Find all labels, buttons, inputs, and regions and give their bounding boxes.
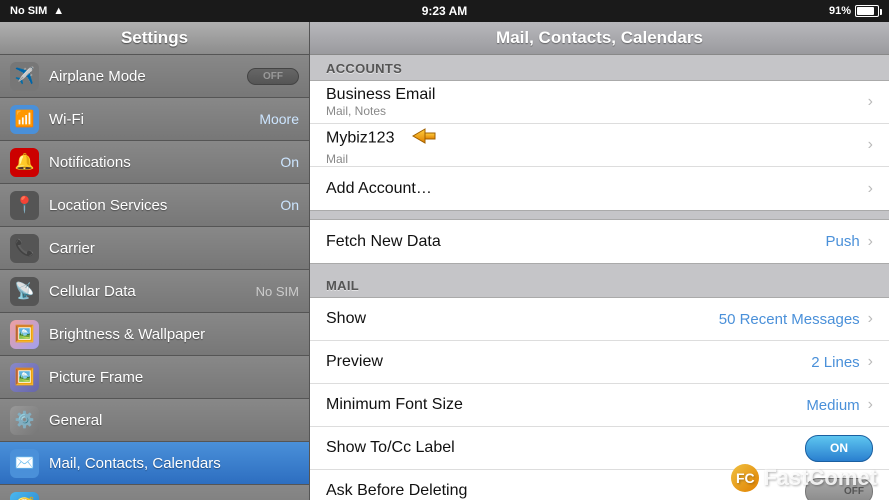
battery-icon	[855, 5, 879, 17]
cellular-data-icon: 📡	[10, 277, 39, 306]
ask-before-deleting-toggle[interactable]: OFF	[805, 478, 873, 500]
status-left: No SIM ▲	[10, 5, 64, 17]
sidebar-item-general[interactable]: ⚙️ General	[0, 399, 309, 442]
airplane-mode-icon: ✈️	[10, 62, 39, 91]
preview-label: Preview	[326, 353, 811, 371]
sidebar-list: ✈️ Airplane Mode OFF 📶 Wi-Fi Moore 🔔 Not…	[0, 55, 309, 500]
preview-value: 2 Lines	[811, 354, 859, 371]
cursor-icon	[405, 125, 437, 152]
brightness-icon: 🖼️	[10, 320, 39, 349]
show-chevron: ›	[868, 310, 873, 328]
mail-icon: ✉️	[10, 449, 39, 478]
cellular-data-value: No SIM	[256, 284, 299, 299]
sidebar-item-carrier[interactable]: 📞 Carrier	[0, 227, 309, 270]
accounts-group: Business Email Mail, Notes › Mybiz123	[310, 80, 889, 211]
fetch-new-data-row[interactable]: Fetch New Data Push ›	[310, 220, 889, 263]
airplane-mode-label: Airplane Mode	[49, 68, 247, 85]
show-tocc-toggle[interactable]: ON	[805, 435, 873, 462]
brightness-label: Brightness & Wallpaper	[49, 326, 299, 343]
location-services-icon: 📍	[10, 191, 39, 220]
wifi-value: Moore	[259, 111, 299, 127]
sidebar-item-wifi[interactable]: 📶 Wi-Fi Moore	[0, 98, 309, 141]
add-account-row[interactable]: Add Account… ›	[310, 167, 889, 210]
cursor-arrow-icon	[405, 125, 437, 147]
carrier-icon: 📞	[10, 234, 39, 263]
sidebar-item-safari[interactable]: 🧭 Safari	[0, 485, 309, 500]
mail-group: Show 50 Recent Messages › Preview 2 Line…	[310, 297, 889, 500]
business-email-chevron: ›	[868, 93, 873, 111]
mybiz123-chevron: ›	[868, 136, 873, 154]
mybiz123-sublabel: Mail	[326, 152, 864, 166]
show-row[interactable]: Show 50 Recent Messages ›	[310, 298, 889, 341]
fetch-new-data-label: Fetch New Data	[326, 233, 825, 251]
business-email-label: Business Email	[326, 86, 864, 104]
fetch-group: Fetch New Data Push ›	[310, 219, 889, 264]
wifi-sidebar-icon: 📶	[10, 105, 39, 134]
sidebar-header: Settings	[0, 22, 309, 55]
general-label: General	[49, 412, 299, 429]
business-email-sublabel: Mail, Notes	[326, 104, 864, 118]
accounts-section-label: Accounts	[310, 55, 889, 80]
status-bar: No SIM ▲ 9:23 AM 91%	[0, 0, 889, 22]
min-font-size-row[interactable]: Minimum Font Size Medium ›	[310, 384, 889, 427]
mybiz123-row[interactable]: Mybiz123	[310, 124, 889, 167]
mybiz123-label-group: Mybiz123	[326, 125, 864, 166]
picture-frame-icon: 🖼️	[10, 363, 39, 392]
safari-icon: 🧭	[10, 492, 39, 500]
battery-fill	[857, 7, 874, 15]
add-account-chevron: ›	[868, 180, 873, 198]
sidebar-item-mail[interactable]: ✉️ Mail, Contacts, Calendars	[0, 442, 309, 485]
min-font-size-label: Minimum Font Size	[326, 396, 806, 414]
preview-chevron: ›	[868, 353, 873, 371]
preview-row[interactable]: Preview 2 Lines ›	[310, 341, 889, 384]
fetch-value: Push	[825, 233, 859, 250]
location-services-label: Location Services	[49, 197, 280, 214]
ask-before-deleting-row[interactable]: Ask Before Deleting OFF	[310, 470, 889, 500]
mail-section-label: Mail	[310, 272, 889, 297]
sidebar-item-brightness[interactable]: 🖼️ Brightness & Wallpaper	[0, 313, 309, 356]
carrier-label: No SIM	[10, 5, 47, 17]
sidebar-item-location-services[interactable]: 📍 Location Services On	[0, 184, 309, 227]
sidebar-item-notifications[interactable]: 🔔 Notifications On	[0, 141, 309, 184]
fetch-chevron: ›	[868, 233, 873, 251]
general-icon: ⚙️	[10, 406, 39, 435]
sidebar-item-cellular-data[interactable]: 📡 Cellular Data No SIM	[0, 270, 309, 313]
status-time: 9:23 AM	[422, 4, 468, 18]
wifi-icon: ▲	[53, 5, 64, 17]
show-tocc-label: Show To/Cc Label	[326, 439, 805, 457]
show-tocc-row[interactable]: Show To/Cc Label ON	[310, 427, 889, 470]
status-right: 91%	[829, 5, 879, 17]
battery-percent: 91%	[829, 5, 851, 17]
picture-frame-label: Picture Frame	[49, 369, 299, 386]
add-account-label: Add Account…	[326, 180, 864, 198]
show-value: 50 Recent Messages	[719, 311, 860, 328]
main-container: Settings ✈️ Airplane Mode OFF 📶 Wi-Fi Mo…	[0, 22, 889, 500]
sidebar: Settings ✈️ Airplane Mode OFF 📶 Wi-Fi Mo…	[0, 22, 310, 500]
show-label: Show	[326, 310, 719, 328]
notifications-icon: 🔔	[10, 148, 39, 177]
airplane-mode-toggle[interactable]: OFF	[247, 68, 299, 85]
cellular-data-label: Cellular Data	[49, 283, 256, 300]
content-header: Mail, Contacts, Calendars	[310, 22, 889, 55]
min-font-size-chevron: ›	[868, 396, 873, 414]
sidebar-item-picture-frame[interactable]: 🖼️ Picture Frame	[0, 356, 309, 399]
business-email-label-group: Business Email Mail, Notes	[326, 86, 864, 118]
sidebar-item-airplane-mode[interactable]: ✈️ Airplane Mode OFF	[0, 55, 309, 98]
business-email-row[interactable]: Business Email Mail, Notes ›	[310, 81, 889, 124]
mybiz123-label: Mybiz123	[326, 125, 864, 152]
notifications-label: Notifications	[49, 154, 280, 171]
wifi-label: Wi-Fi	[49, 111, 259, 128]
ask-before-deleting-label: Ask Before Deleting	[326, 482, 805, 500]
location-services-value: On	[280, 197, 299, 213]
notifications-value: On	[280, 154, 299, 170]
min-font-size-value: Medium	[806, 397, 859, 414]
carrier-label-sidebar: Carrier	[49, 240, 299, 257]
content-area: Mail, Contacts, Calendars Accounts Busin…	[310, 22, 889, 500]
mail-label: Mail, Contacts, Calendars	[49, 455, 299, 472]
